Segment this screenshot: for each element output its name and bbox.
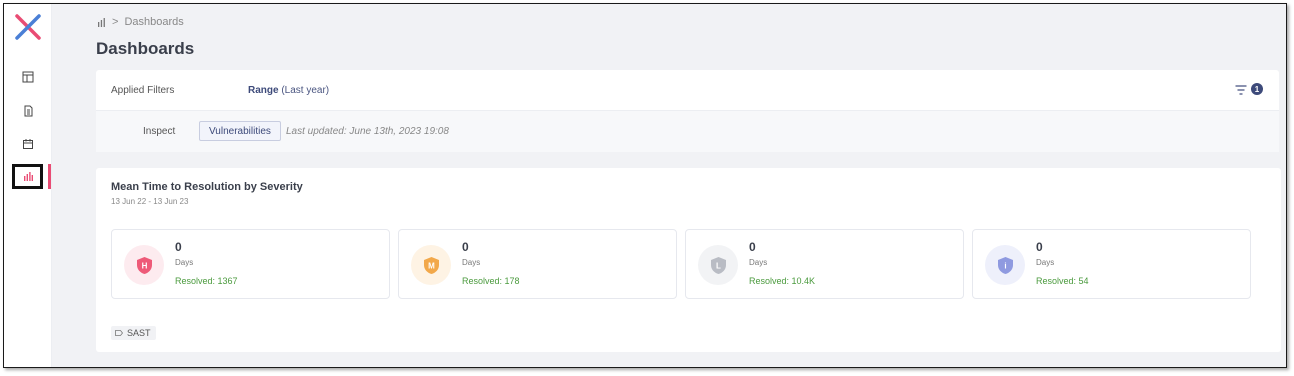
mttr-unit: Days (1036, 258, 1055, 267)
bar-chart-icon[interactable] (97, 17, 106, 27)
resolved-count: Resolved: 10.4K (749, 276, 816, 286)
severity-letter: L (716, 261, 721, 270)
app-window: > Dashboards Dashboards Applied Filters … (3, 3, 1287, 368)
applied-filters-label: Applied Filters (111, 85, 175, 96)
info-severity-icon: i (985, 245, 1025, 285)
mttr-unit: Days (749, 258, 768, 267)
severity-letter: i (1004, 261, 1006, 270)
mttr-value: 0 (1036, 240, 1043, 254)
resolved-count: Resolved: 178 (462, 276, 520, 286)
breadcrumb-current[interactable]: Dashboards (124, 16, 183, 28)
medium-severity-icon: M (411, 245, 451, 285)
range-filter[interactable]: Range (Last year) (248, 85, 329, 96)
breadcrumb: > Dashboards (97, 16, 184, 28)
document-icon (24, 105, 33, 117)
breadcrumb-separator: > (112, 16, 119, 28)
resolved-count: Resolved: 54 (1036, 276, 1089, 286)
sidebar-item-dashboard-layout[interactable] (4, 64, 52, 90)
inspect-row: Inspect Vulnerabilities Last updated: Ju… (96, 111, 1279, 152)
sidebar-item-calendar[interactable] (4, 131, 52, 157)
inspect-label: Inspect (143, 126, 176, 137)
severity-letter: M (428, 261, 435, 270)
sast-tag-label: SAST (127, 328, 151, 338)
calendar-icon (23, 139, 33, 149)
filter-count-badge[interactable]: 1 (1251, 83, 1263, 95)
sidebar-item-reports[interactable] (4, 98, 52, 124)
severity-letter: H (141, 261, 147, 270)
severity-card-low[interactable]: L 0 Days Resolved: 10.4K (685, 229, 964, 299)
last-updated-text: Last updated: June 13th, 2023 19:08 (286, 126, 449, 137)
high-severity-icon: H (124, 245, 164, 285)
mttr-value: 0 (462, 240, 469, 254)
sidebar (4, 4, 52, 367)
app-logo-icon[interactable] (14, 13, 42, 41)
sast-tag[interactable]: SAST (111, 326, 156, 340)
severity-card-info[interactable]: i 0 Days Resolved: 54 (972, 229, 1251, 299)
resolved-count: Resolved: 1367 (175, 276, 238, 286)
mttr-widget: Mean Time to Resolution by Severity 13 J… (96, 168, 1281, 352)
inspect-vulnerabilities-chip[interactable]: Vulnerabilities (199, 121, 281, 141)
bar-chart-icon (24, 172, 33, 181)
filter-icon[interactable] (1235, 85, 1247, 95)
widget-date-range: 13 Jun 22 - 13 Jun 23 (111, 197, 189, 206)
range-filter-value: (Last year) (281, 85, 330, 96)
low-severity-icon: L (698, 245, 738, 285)
range-filter-label: Range (248, 85, 279, 96)
filters-panel: Applied Filters Range (Last year) 1 Insp… (96, 70, 1279, 152)
dashboard-layout-icon (22, 71, 34, 83)
page-title: Dashboards (96, 39, 195, 58)
mttr-value: 0 (749, 240, 756, 254)
mttr-unit: Days (462, 258, 481, 267)
mttr-unit: Days (175, 258, 194, 267)
active-indicator (48, 164, 51, 189)
severity-card-medium[interactable]: M 0 Days Resolved: 178 (398, 229, 677, 299)
widget-title: Mean Time to Resolution by Severity (111, 181, 303, 193)
severity-card-high[interactable]: H 0 Days Resolved: 1367 (111, 229, 390, 299)
applied-filters-row: Applied Filters Range (Last year) 1 (96, 70, 1279, 111)
tag-icon (115, 330, 123, 336)
sidebar-item-dashboards[interactable] (4, 163, 52, 189)
mttr-value: 0 (175, 240, 182, 254)
